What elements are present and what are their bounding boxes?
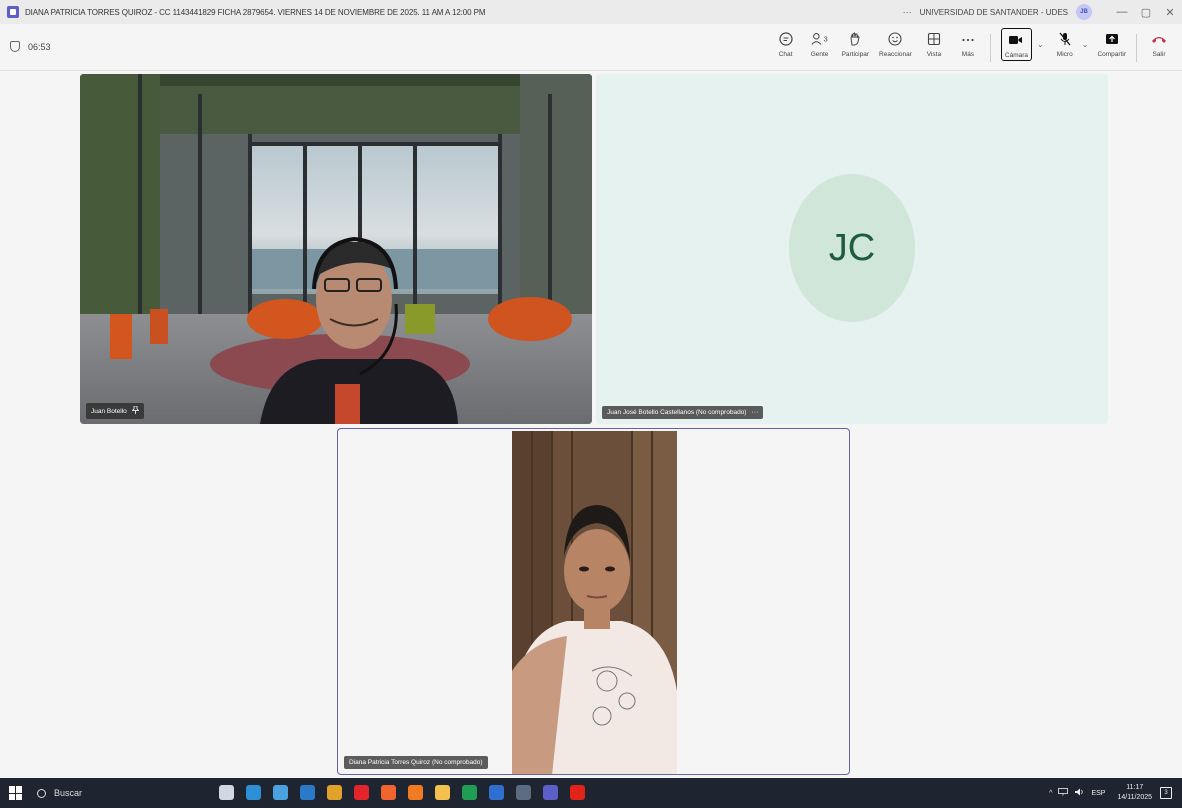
brave-icon[interactable]	[381, 785, 396, 800]
view-label: Vista	[926, 51, 942, 58]
people-button[interactable]: 3 Gente	[808, 30, 832, 58]
camera-label: Cámara	[1004, 52, 1029, 59]
search-label: Buscar	[54, 788, 83, 798]
mic-options-chevron-icon[interactable]: ⌄	[1082, 40, 1089, 49]
people-count: 3	[823, 35, 827, 44]
taskbar-apps	[219, 785, 597, 800]
meeting-timer: 06:53	[10, 41, 51, 52]
title-bar-controls: ··· UNIVERSIDAD DE SANTANDER - UDES JB —…	[903, 0, 1182, 24]
hang-up-icon	[1149, 30, 1169, 48]
search-icon	[37, 788, 46, 798]
participant-video	[80, 74, 592, 424]
clock-time: 11:17	[1126, 784, 1144, 791]
react-button[interactable]: Reaccionar	[879, 30, 912, 58]
excel-icon[interactable]	[462, 785, 477, 800]
account-avatar[interactable]: JB	[1076, 4, 1092, 20]
meeting-controls: Chat 3 Gente Participar Reaccionar Vista…	[769, 28, 1176, 66]
acrobat-icon[interactable]	[570, 785, 585, 800]
mic-button[interactable]: Micro	[1053, 30, 1077, 58]
volume-icon[interactable]	[1074, 788, 1085, 798]
language-indicator[interactable]: ESP	[1091, 790, 1105, 797]
leave-button[interactable]: Salir	[1147, 30, 1171, 58]
taskbar-clock[interactable]: 11:17 14/11/2025	[1117, 783, 1152, 803]
edge-icon[interactable]	[246, 785, 261, 800]
meeting-toolbar: 06:53 Chat 3 Gente Participar Reaccionar…	[0, 24, 1182, 71]
participant-tile-juan-jose[interactable]: JC Juan José Botello Castellanos (No com…	[596, 74, 1108, 424]
participant-name-tag: Juan Botello	[86, 403, 144, 419]
participant-name: Juan Botello	[91, 407, 127, 415]
camera-icon	[1006, 31, 1026, 49]
opera-icon[interactable]	[354, 785, 369, 800]
mic-label: Micro	[1056, 51, 1073, 58]
timer-value: 06:53	[28, 41, 51, 52]
restore-button[interactable]: ▢	[1134, 6, 1158, 19]
notification-icon[interactable]: 3	[1160, 787, 1172, 799]
windows-start-icon[interactable]	[9, 786, 23, 800]
close-window-button[interactable]: ✕	[1158, 6, 1182, 19]
video-stage: Juan Botello JC Juan José Botello Castel…	[0, 71, 1182, 778]
hand-icon	[845, 30, 865, 48]
people-label: Gente	[810, 51, 829, 58]
word-icon[interactable]	[489, 785, 504, 800]
chat-label: Chat	[778, 51, 793, 58]
view-button[interactable]: Vista	[922, 30, 946, 58]
windows-taskbar: Buscar ^ ESP 11:17 14/11/2025 3	[0, 778, 1182, 808]
firefox-icon[interactable]	[408, 785, 423, 800]
clock-date: 14/11/2025	[1117, 794, 1152, 801]
share-label: Compartir	[1097, 51, 1126, 58]
participant-video	[512, 431, 677, 774]
minimize-button[interactable]: —	[1110, 6, 1134, 18]
chat-button[interactable]: Chat	[774, 30, 798, 58]
system-tray: ^ ESP 11:17 14/11/2025 3	[1049, 778, 1182, 808]
toolbar-divider-2	[1136, 34, 1137, 62]
chrome-icon[interactable]	[327, 785, 342, 800]
leave-label: Salir	[1152, 51, 1166, 58]
participant-name: Diana Patricia Torres Quiroz (No comprob…	[349, 759, 483, 766]
store-icon[interactable]	[273, 785, 288, 800]
participant-name-tag: Juan José Botello Castellanos (No compro…	[602, 406, 764, 419]
share-icon	[1102, 30, 1122, 48]
more-button[interactable]: Más	[956, 30, 980, 58]
notification-count: 3	[1164, 790, 1168, 796]
more-label: Más	[961, 51, 975, 58]
chevron-up-icon[interactable]: ^	[1049, 790, 1052, 797]
teams-icon[interactable]	[543, 785, 558, 800]
participant-more-button[interactable]: ···	[751, 409, 758, 416]
smiley-icon	[885, 30, 905, 48]
task-view-icon[interactable]	[219, 785, 234, 800]
react-label: Reaccionar	[879, 51, 912, 58]
pin-icon[interactable]	[131, 405, 140, 416]
participant-name: Juan José Botello Castellanos (No compro…	[607, 409, 747, 416]
participant-tile-juan-botello[interactable]: Juan Botello	[80, 74, 592, 424]
grid-icon	[924, 30, 944, 48]
title-more-button[interactable]: ···	[903, 7, 912, 17]
participant-name-tag: Diana Patricia Torres Quiroz (No comprob…	[344, 756, 488, 769]
self-video-frame	[512, 431, 677, 774]
chat-icon	[776, 30, 796, 48]
files-icon[interactable]	[435, 785, 450, 800]
organization-name[interactable]: UNIVERSIDAD DE SANTANDER - UDES	[920, 8, 1068, 17]
mic-off-icon	[1055, 30, 1075, 48]
camera-options-chevron-icon[interactable]: ⌄	[1037, 40, 1044, 49]
teams-window: DIANA PATRICIA TORRES QUIROZ - CC 114344…	[0, 0, 1182, 778]
toolbar-divider	[989, 34, 991, 62]
participant-tile-diana[interactable]: Diana Patricia Torres Quiroz (No comprob…	[337, 428, 850, 775]
participant-avatar: JC	[789, 174, 915, 322]
people-icon: 3	[810, 30, 830, 48]
outlook-icon[interactable]	[300, 785, 315, 800]
raise-hand-button[interactable]: Participar	[842, 30, 869, 58]
camera-button[interactable]: Cámara	[1000, 28, 1033, 61]
title-bar: DIANA PATRICIA TORRES QUIROZ - CC 114344…	[0, 0, 1182, 24]
shield-icon	[10, 41, 20, 52]
taskbar-search[interactable]: Buscar	[37, 778, 207, 808]
raise-hand-label: Participar	[841, 51, 870, 58]
network-icon[interactable]	[1058, 788, 1069, 798]
share-button[interactable]: Compartir	[1097, 30, 1126, 58]
calculator-icon[interactable]	[516, 785, 531, 800]
teams-icon	[7, 6, 19, 18]
window-title: DIANA PATRICIA TORRES QUIROZ - CC 114344…	[25, 7, 486, 17]
ellipsis-icon	[958, 30, 978, 48]
